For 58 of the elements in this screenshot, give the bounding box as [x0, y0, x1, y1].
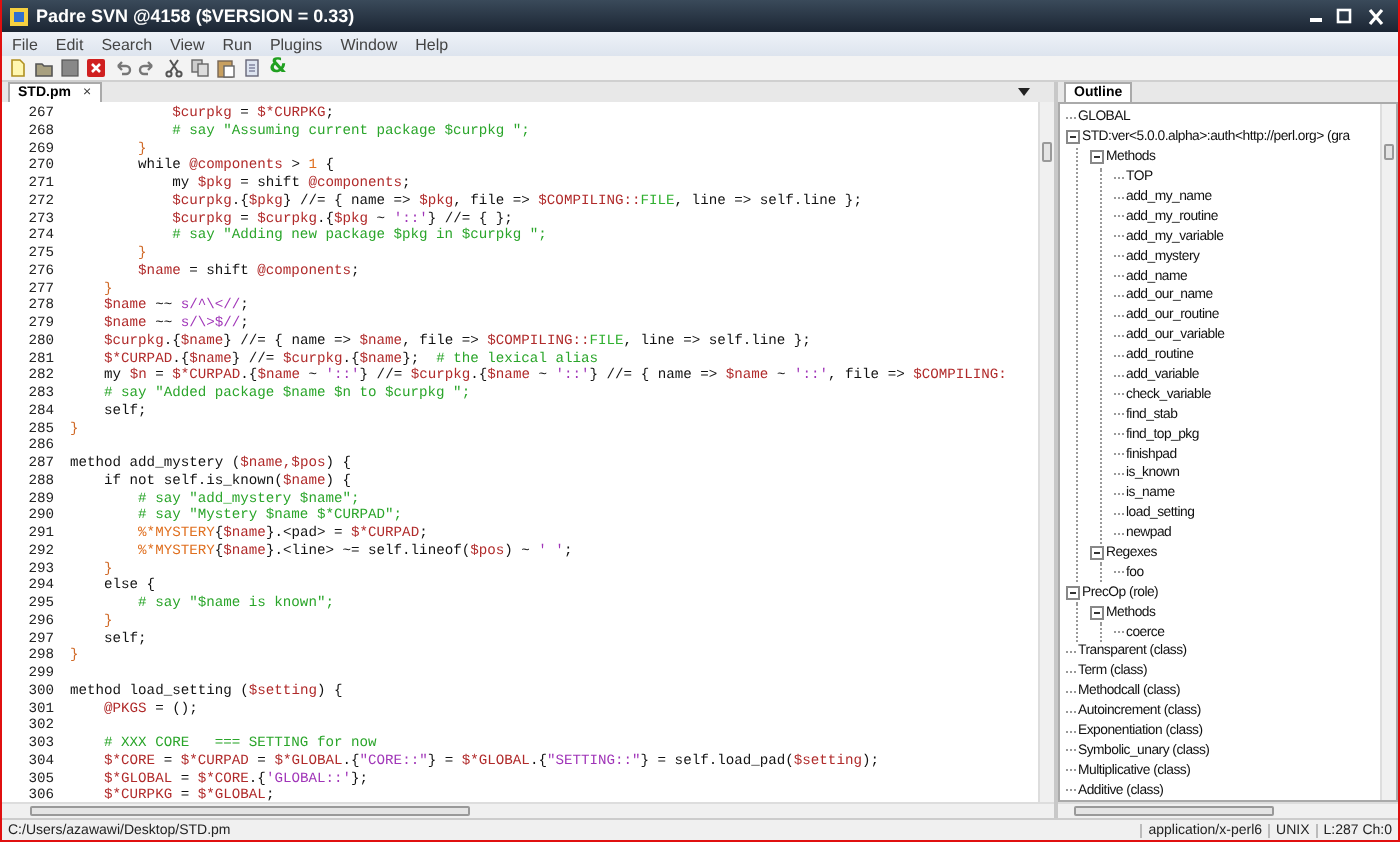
menu-item[interactable]: Run [222, 35, 252, 53]
horizontal-scrollbar[interactable] [2, 802, 1054, 818]
maximize-icon[interactable] [1334, 8, 1354, 24]
tree-line-icon [1114, 270, 1126, 283]
tree-line-icon [1066, 744, 1078, 757]
tree-line-icon [1066, 111, 1078, 124]
paste-icon[interactable] [216, 58, 236, 78]
tree-line-icon [1114, 507, 1126, 520]
menu-item[interactable]: View [170, 35, 205, 53]
tree-line-icon [1114, 289, 1126, 302]
collapse-icon[interactable] [1090, 546, 1104, 561]
horizontal-scrollbar[interactable] [1058, 802, 1398, 818]
window-title: Padre SVN @4158 ($VERSION = 0.33) [36, 6, 355, 26]
menu-item[interactable]: Edit [55, 35, 84, 53]
tree-line-icon [1114, 369, 1126, 382]
tree-line-icon [1114, 210, 1126, 223]
tree-line-icon [1114, 566, 1126, 579]
tree-line-icon [1114, 329, 1126, 342]
app-icon [10, 7, 28, 25]
menu-item[interactable]: Search [101, 35, 153, 53]
cut-icon[interactable] [164, 58, 184, 78]
menu-item[interactable]: File [12, 35, 38, 53]
collapse-icon[interactable] [1066, 130, 1080, 145]
tree-line-icon [1114, 388, 1126, 401]
dropdown-icon[interactable] [1018, 88, 1030, 98]
menu-item[interactable]: Window [340, 35, 398, 53]
tree-line-icon [1114, 191, 1126, 203]
collapse-icon[interactable] [1090, 150, 1104, 165]
tree-line-icon [1066, 685, 1078, 698]
undo-icon[interactable] [112, 58, 132, 78]
vertical-scrollbar[interactable] [1038, 102, 1054, 802]
tree-line-icon [1114, 527, 1126, 540]
menu-item[interactable]: Plugins [269, 35, 323, 53]
tree-line-icon [1066, 705, 1078, 718]
vertical-scrollbar[interactable] [1380, 104, 1396, 800]
tree-line-icon [1114, 408, 1126, 421]
redo-icon[interactable] [138, 58, 158, 78]
collapse-icon[interactable] [1066, 585, 1080, 600]
menu-item[interactable]: Help [415, 35, 449, 53]
tree-line-icon [1066, 764, 1078, 777]
collapse-icon[interactable] [1090, 605, 1104, 620]
tree-line-icon [1066, 725, 1078, 738]
tree-line-icon [1066, 645, 1078, 658]
tree-line-icon [1066, 784, 1078, 797]
tree-line-icon [1114, 171, 1126, 184]
tree-line-icon [1114, 448, 1126, 461]
tree-line-icon [1066, 665, 1078, 678]
tree-line-icon [1114, 428, 1126, 441]
tree-line-icon [1114, 309, 1126, 322]
tree-line-icon [1114, 230, 1126, 243]
tree-line-icon [1114, 349, 1126, 362]
tree-line-icon [1114, 626, 1126, 639]
copy-icon[interactable] [190, 58, 210, 78]
tree-line-icon [1114, 467, 1126, 480]
document-icon[interactable] [242, 58, 262, 78]
save-icon[interactable] [60, 58, 80, 78]
tree-line-icon [1114, 250, 1126, 263]
tree-line-icon [1114, 487, 1126, 500]
